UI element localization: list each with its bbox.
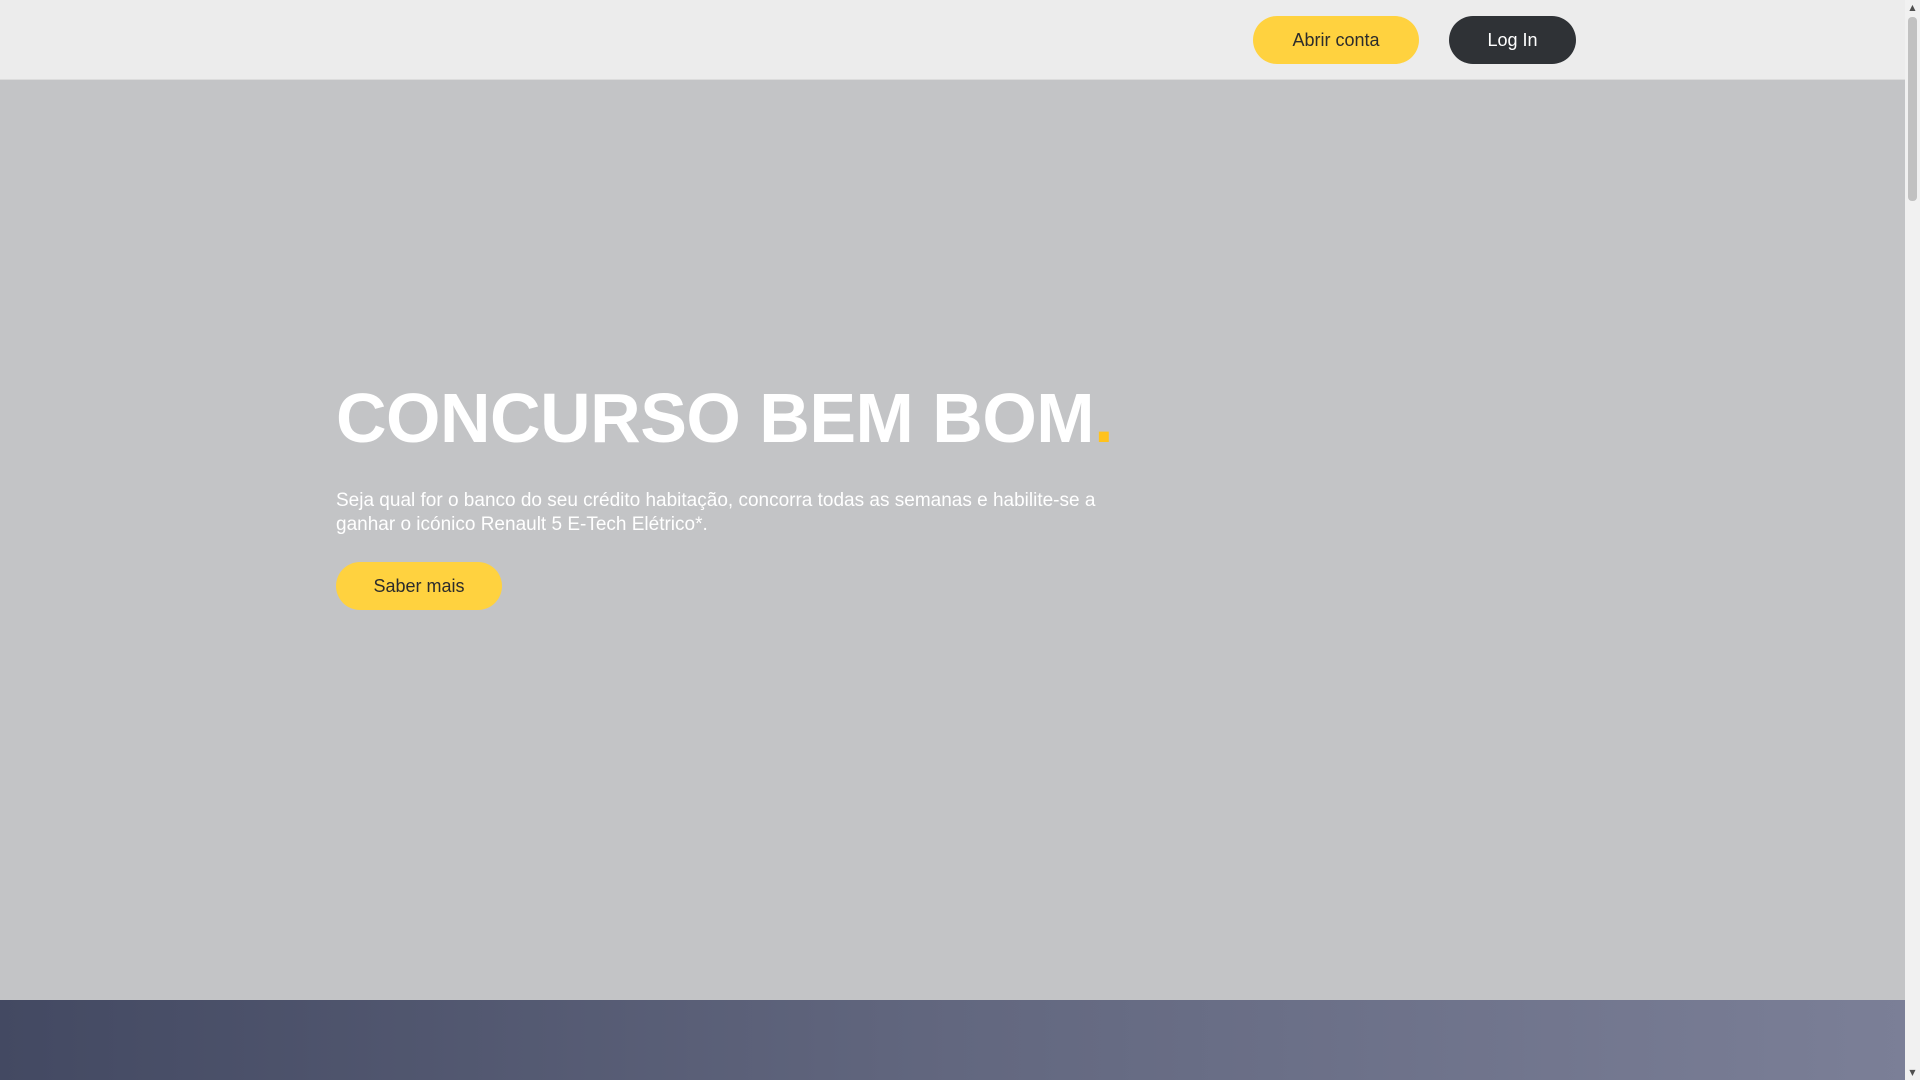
hero-banner: CONCURSO BEM BOM. Seja qual for o banco … (0, 80, 1905, 1000)
next-section-band (0, 1000, 1905, 1080)
scrollbar-thumb[interactable] (1908, 17, 1917, 201)
hero-title-dot: . (1094, 379, 1114, 457)
scroll-up-icon[interactable]: ▲ (1905, 0, 1920, 15)
hero-title: CONCURSO BEM BOM. (336, 379, 1114, 457)
viewport: Abrir conta Log In CONCURSO BEM BOM. Sej… (0, 0, 1905, 1080)
scroll-down-icon[interactable]: ▼ (1905, 1065, 1920, 1080)
hero-description: Seja qual for o banco do seu crédito hab… (336, 490, 1096, 535)
open-account-button[interactable]: Abrir conta (1253, 16, 1419, 64)
page: Abrir conta Log In CONCURSO BEM BOM. Sej… (0, 0, 1920, 1080)
top-navigation-bar: Abrir conta Log In (0, 0, 1905, 80)
learn-more-button[interactable]: Saber mais (336, 562, 502, 610)
vertical-scrollbar[interactable]: ▲ ▼ (1905, 0, 1920, 1080)
login-button[interactable]: Log In (1449, 16, 1576, 64)
hero-title-text: CONCURSO BEM BOM (336, 379, 1095, 457)
